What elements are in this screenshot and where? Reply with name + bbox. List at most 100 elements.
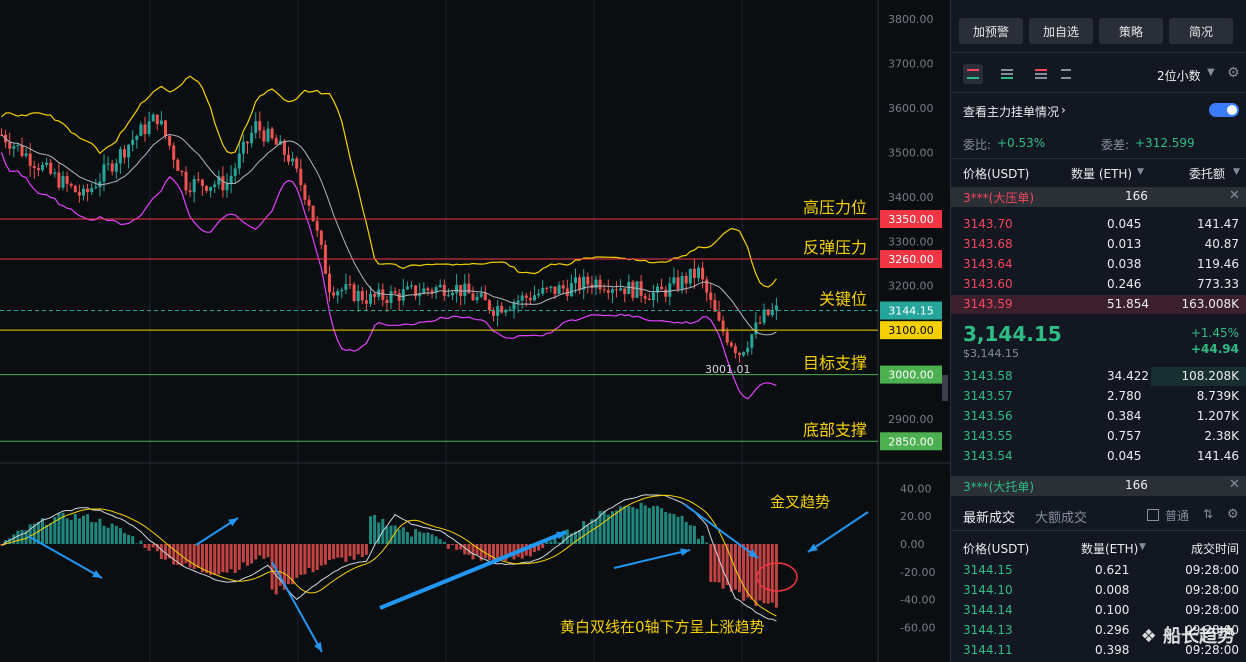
- candle-body: [442, 284, 446, 296]
- watermark: ❖ 船长趋势: [1141, 622, 1235, 648]
- kline-chart[interactable]: 3800.00 3700.00 3600.00 3500.00 3400.00 3300.…: [0, 0, 950, 662]
- normal-checkbox[interactable]: [1147, 509, 1159, 521]
- candle-body: [250, 132, 254, 144]
- book-bids-icon[interactable]: [997, 64, 1017, 84]
- candle-body: [41, 164, 44, 171]
- depth-toggle-switch[interactable]: [1209, 103, 1239, 117]
- candle-body: [135, 135, 139, 140]
- strategy-button[interactable]: 策略: [1099, 18, 1163, 44]
- overview-button[interactable]: 简况: [1169, 18, 1233, 44]
- candle-body: [229, 175, 233, 184]
- candle-body: [102, 164, 106, 182]
- book-asks-icon[interactable]: [1031, 64, 1051, 84]
- add-watchlist-button[interactable]: 加自选: [1029, 18, 1093, 44]
- candle-body: [61, 176, 65, 188]
- row-qty: 0.045: [1107, 449, 1142, 463]
- book-row[interactable]: 3143.56 0.384 1.207K: [951, 407, 1246, 427]
- candle-body: [524, 295, 528, 298]
- candle-body: [28, 153, 32, 166]
- macd-bar: [627, 505, 631, 544]
- normal-label: 普通: [1165, 509, 1190, 523]
- candle-body: [516, 300, 520, 303]
- macd-bar: [73, 513, 77, 544]
- macd-bar: [766, 544, 770, 604]
- settings-icon[interactable]: ⚙: [1227, 507, 1239, 522]
- macd-bar: [82, 515, 85, 544]
- close-icon[interactable]: ✕: [1229, 477, 1240, 492]
- macd-bar: [656, 505, 659, 544]
- macd-bar: [307, 544, 311, 569]
- diff-label: 委差:: [1101, 138, 1130, 152]
- macd-bar: [639, 502, 643, 544]
- row-amt: 163.008K: [1181, 297, 1240, 311]
- trade-price: 3144.10: [963, 583, 1013, 597]
- book-row[interactable]: 3143.54 0.045 141.46: [951, 447, 1246, 467]
- trade-price: 3144.15: [963, 563, 1013, 577]
- macd-bar: [20, 529, 24, 544]
- macd-bar: [401, 527, 405, 544]
- candle-body: [676, 277, 680, 290]
- last-price-block: 3,144.15 $3,144.15 +1.45% +44.94: [951, 322, 1246, 364]
- macd-bar: [770, 544, 774, 603]
- macd-bar: [586, 525, 590, 544]
- candle-body: [364, 300, 368, 304]
- large-bid-value: 166: [1125, 478, 1148, 492]
- row-qty: 0.045: [1107, 217, 1142, 231]
- candle-body: [139, 124, 143, 136]
- candle-body: [65, 176, 69, 184]
- last-price-usd: $3,144.15: [963, 347, 1019, 360]
- book-both-icon[interactable]: [963, 64, 983, 84]
- scrollbar-handle[interactable]: [942, 375, 948, 401]
- macd-bar: [762, 544, 766, 604]
- macd-bar: [209, 544, 213, 575]
- candle-body: [291, 158, 295, 162]
- book-row[interactable]: 3143.64 0.038 119.46: [951, 255, 1246, 275]
- macd-bar: [241, 544, 245, 563]
- col-qty[interactable]: 数量 (ETH): [1071, 165, 1132, 182]
- trade-qty: 0.621: [1095, 563, 1130, 577]
- macd-bar: [221, 544, 225, 573]
- filter-icon[interactable]: ⇅: [1203, 507, 1213, 521]
- ratio-value: +0.53%: [997, 136, 1046, 150]
- candle-body: [176, 159, 180, 171]
- trade-qty: 0.296: [1095, 623, 1130, 637]
- settings-icon[interactable]: ⚙: [1227, 65, 1240, 81]
- close-icon[interactable]: ✕: [1229, 188, 1240, 203]
- book-expand-icon[interactable]: [1057, 64, 1077, 84]
- book-row[interactable]: 3143.57 2.780 8.739K: [951, 387, 1246, 407]
- candle-body: [541, 287, 545, 294]
- row-amt: 108.208K: [1181, 369, 1240, 383]
- book-row[interactable]: 3143.60 0.246 773.33: [951, 275, 1246, 295]
- macd-bar: [106, 527, 110, 544]
- candle-body: [586, 276, 590, 285]
- candle-body: [635, 281, 639, 298]
- candle-body: [266, 128, 270, 142]
- candle-body: [36, 167, 40, 171]
- diff-value: +312.599: [1135, 136, 1195, 150]
- tab-large-trades[interactable]: 大额成交: [1035, 507, 1087, 526]
- book-row[interactable]: 3143.70 0.045 141.47: [951, 215, 1246, 235]
- candle-body: [742, 352, 746, 356]
- macd-bar: [90, 522, 94, 544]
- macd-bar: [434, 536, 438, 544]
- col-amount[interactable]: 委托额: [1189, 165, 1225, 182]
- row-price: 3143.64: [963, 257, 1013, 271]
- row-price: 3143.54: [963, 449, 1013, 463]
- macd-bar: [643, 505, 647, 544]
- book-row[interactable]: 3143.55 0.757 2.38K: [951, 427, 1246, 447]
- macd-bar: [299, 544, 303, 575]
- large-ask-banner[interactable]: 3***(大压单) 166 ✕: [951, 187, 1246, 207]
- macd-bar: [356, 544, 360, 555]
- level-label: 高压力位: [803, 198, 867, 217]
- book-row[interactable]: 3143.59 51.854 163.008K: [951, 295, 1246, 315]
- book-row[interactable]: 3143.68 0.013 40.87: [951, 235, 1246, 255]
- trade-col-qty[interactable]: 数量(ETH): [1081, 540, 1138, 557]
- book-row[interactable]: 3143.58 34.422 108.208K: [951, 367, 1246, 387]
- macd-bar: [578, 529, 582, 544]
- candle-body: [610, 289, 614, 293]
- candle-body: [356, 291, 360, 302]
- tab-latest-trades[interactable]: 最新成交: [963, 507, 1015, 526]
- large-bid-banner[interactable]: 3***(大托单) 166 ✕: [951, 476, 1246, 496]
- add-alert-button[interactable]: 加预警: [959, 18, 1023, 44]
- macd-bar: [110, 523, 114, 544]
